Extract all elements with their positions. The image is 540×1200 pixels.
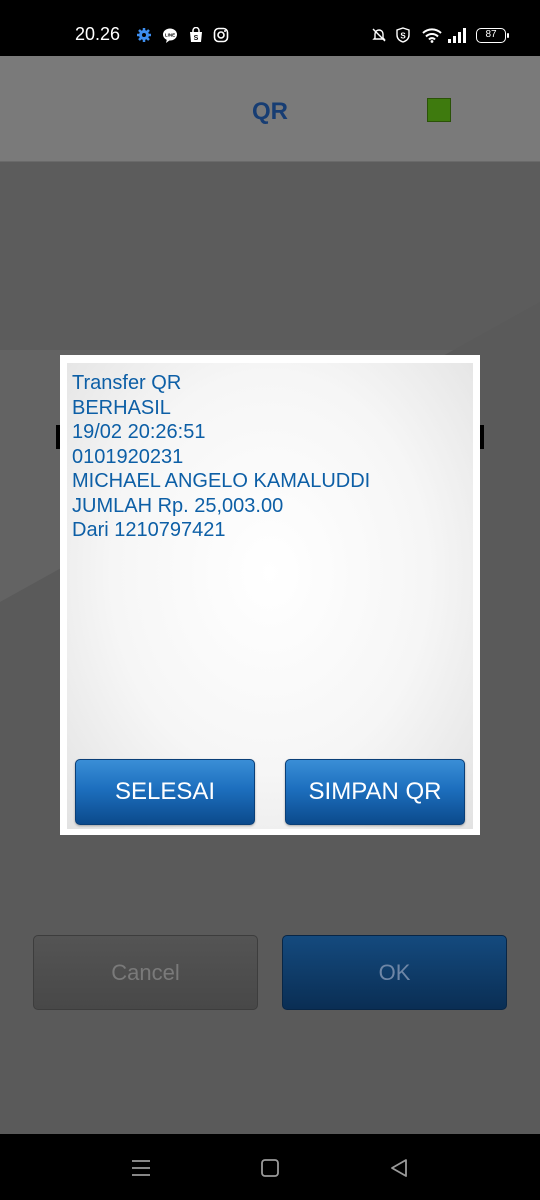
- gear-icon: [137, 28, 151, 42]
- svg-text:S: S: [194, 35, 199, 42]
- svg-text:LINE: LINE: [165, 33, 175, 38]
- ok-button[interactable]: OK: [282, 935, 507, 1010]
- simpan-qr-button[interactable]: SIMPAN QR: [285, 759, 465, 825]
- detail-title: Transfer QR: [72, 372, 182, 394]
- detail-status: BERHASIL: [72, 396, 171, 419]
- detail-reference: 0101920231: [72, 445, 184, 468]
- result-dialog: Transfer QR BERHASIL 19/02 20:26:51 0101…: [60, 355, 480, 835]
- svg-text:S: S: [400, 32, 406, 41]
- battery-level: 87: [485, 29, 497, 40]
- selesai-button[interactable]: SELESAI: [75, 759, 255, 825]
- shopping-bag-icon: S: [190, 27, 202, 42]
- app-header: QR: [0, 56, 540, 162]
- wifi-icon: [422, 28, 442, 43]
- dialog-content: Transfer QR BERHASIL 19/02 20:26:51 0101…: [67, 363, 473, 829]
- menu-icon[interactable]: [131, 1158, 151, 1178]
- system-nav-bar: [0, 1134, 540, 1200]
- page-title: QR: [252, 98, 288, 125]
- instagram-icon: [213, 27, 229, 43]
- detail-source-account: Dari 1210797421: [72, 519, 226, 541]
- detail-datetime: 19/02 20:26:51: [72, 421, 206, 443]
- status-indicator: [427, 98, 451, 122]
- hidden-field-edge-right: [480, 425, 484, 449]
- status-bar: 20.26 LINE S S 87: [0, 0, 540, 56]
- back-icon[interactable]: [389, 1158, 409, 1178]
- transaction-details: Transfer QR BERHASIL 19/02 20:26:51 0101…: [72, 371, 370, 543]
- signal-icon: [448, 28, 466, 43]
- status-time: 20.26: [75, 24, 121, 44]
- home-icon[interactable]: [260, 1158, 280, 1178]
- shield-s-icon: S: [396, 27, 410, 43]
- battery-icon: 87: [476, 28, 509, 43]
- detail-recipient: MICHAEL ANGELO KAMALUDDI: [72, 470, 371, 492]
- line-app-icon: LINE: [163, 28, 177, 43]
- bell-muted-icon: [372, 28, 386, 42]
- cancel-button[interactable]: Cancel: [33, 935, 258, 1010]
- detail-amount: JUMLAH Rp. 25,003.00: [72, 494, 284, 517]
